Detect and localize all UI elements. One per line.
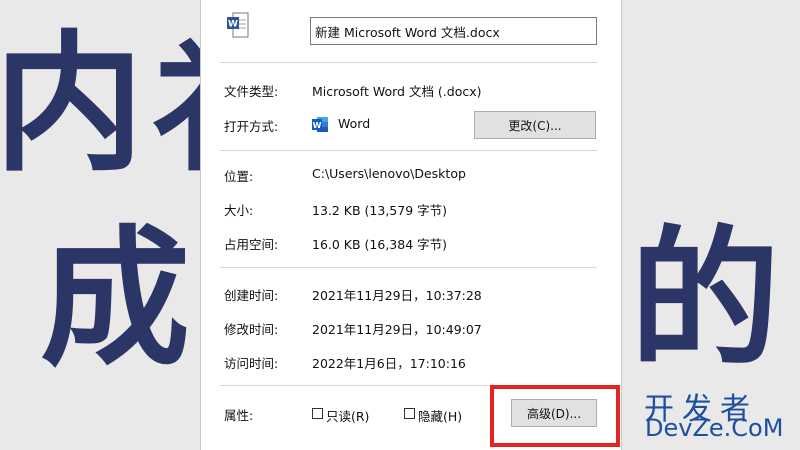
background-char-1: 内 (0, 18, 145, 192)
background-char-4: 的 (630, 213, 781, 387)
watermark-domain: DevZe.CoM (645, 414, 784, 442)
disk-size-value: 16.0 KB (16,384 字节) (312, 237, 448, 252)
properties-dialog: W 新建 Microsoft Word 文档.docx 文件类型: Micros… (200, 0, 622, 450)
svg-text:W: W (228, 20, 238, 30)
change-button[interactable]: 更改(C)... (474, 111, 596, 139)
open-with-value: Word (338, 116, 371, 131)
file-type-value: Microsoft Word 文档 (.docx) (312, 84, 482, 99)
modified-label: 修改时间: (224, 322, 279, 337)
created-value: 2021年11月29日，10:37:28 (312, 288, 482, 303)
word-document-icon: W (227, 12, 249, 38)
file-name-input[interactable]: 新建 Microsoft Word 文档.docx (310, 17, 597, 45)
separator (220, 62, 597, 63)
hidden-label[interactable]: 隐藏(H) (418, 406, 462, 425)
size-label: 大小: (224, 203, 254, 218)
modified-value: 2021年11月29日，10:49:07 (312, 322, 482, 337)
accessed-label: 访问时间: (224, 356, 279, 371)
hidden-checkbox[interactable] (404, 408, 415, 419)
background-char-3: 成 (40, 213, 191, 387)
svg-text:W: W (313, 121, 322, 130)
location-label: 位置: (224, 169, 254, 184)
location-value: C:\Users\lenovo\Desktop (312, 166, 466, 181)
separator (220, 267, 597, 268)
created-label: 创建时间: (224, 288, 279, 303)
file-type-label: 文件类型: (224, 84, 279, 99)
readonly-checkbox[interactable] (312, 408, 323, 419)
size-value: 13.2 KB (13,579 字节) (312, 203, 448, 218)
readonly-label[interactable]: 只读(R) (326, 406, 369, 425)
highlight-box (490, 385, 620, 447)
attributes-label: 属性: (224, 408, 254, 423)
separator (220, 150, 597, 151)
disk-size-label: 占用空间: (224, 237, 279, 252)
open-with-label: 打开方式: (224, 119, 279, 134)
accessed-value: 2022年1月6日，17:10:16 (312, 356, 466, 371)
word-app-icon: W (312, 117, 328, 132)
